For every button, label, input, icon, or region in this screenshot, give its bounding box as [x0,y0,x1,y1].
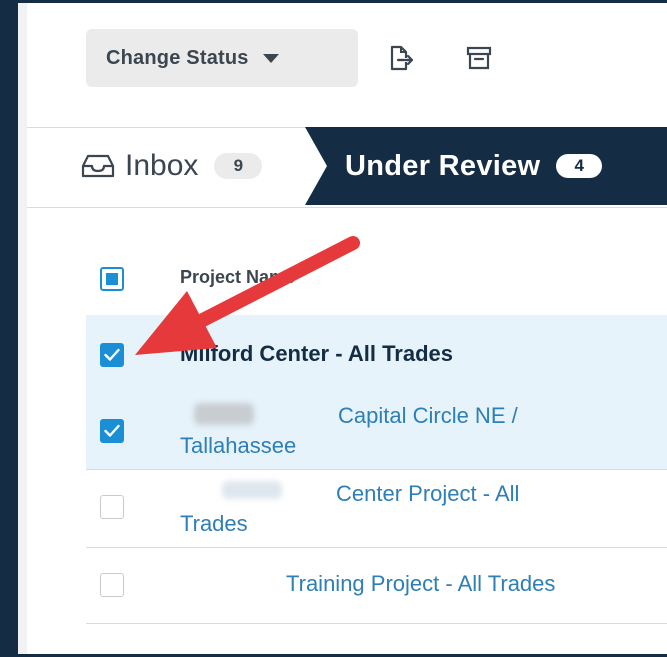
project-name[interactable]: Training Project - All Trades [286,571,555,597]
row-checkbox[interactable] [100,343,124,367]
change-status-label: Change Status [106,46,249,69]
export-icon[interactable] [384,43,414,73]
tab-under-review[interactable]: Under Review 4 [305,127,667,205]
tab-under-review-count: 4 [556,154,603,178]
project-name-continued[interactable]: Trades [180,511,248,537]
project-name[interactable]: Capital Circle NE / [338,403,518,429]
project-name[interactable]: Milford Center - All Trades [180,341,453,367]
project-name[interactable]: Center Project - All [336,481,519,507]
row-checkbox[interactable] [100,495,124,519]
tab-inbox-count: 9 [214,153,263,179]
redacted-text [194,403,254,425]
project-name-continued[interactable]: Tallahassee [180,433,296,459]
row-checkbox[interactable] [100,419,124,443]
caret-down-icon [262,53,279,63]
table-row[interactable]: Training Project - All Trades [86,547,667,624]
table-row[interactable]: Capital Circle NE / Tallahassee [86,393,667,470]
row-checkbox[interactable] [100,573,124,597]
screenshot-frame: Change Status Inbox 9 Under Review 4 Pro… [0,0,667,657]
status-tabs: Inbox 9 Under Review 4 [27,127,667,207]
archive-icon[interactable] [464,43,494,73]
table-row[interactable]: Milford Center - All Trades [86,315,667,394]
change-status-button[interactable]: Change Status [86,29,358,87]
redacted-text [222,481,282,499]
content-area: Change Status Inbox 9 Under Review 4 Pro… [18,3,667,654]
tab-under-review-label: Under Review [345,149,541,182]
tabs-divider [27,207,667,208]
table-header: Project Name [86,239,667,316]
select-all-checkbox[interactable] [100,267,124,291]
table-row[interactable]: Center Project - All Trades [86,469,667,548]
inbox-tray-icon [81,154,115,178]
column-project-name[interactable]: Project Name [180,267,295,288]
tab-inbox[interactable]: Inbox 9 [81,141,263,191]
tab-inbox-label: Inbox [125,149,199,182]
